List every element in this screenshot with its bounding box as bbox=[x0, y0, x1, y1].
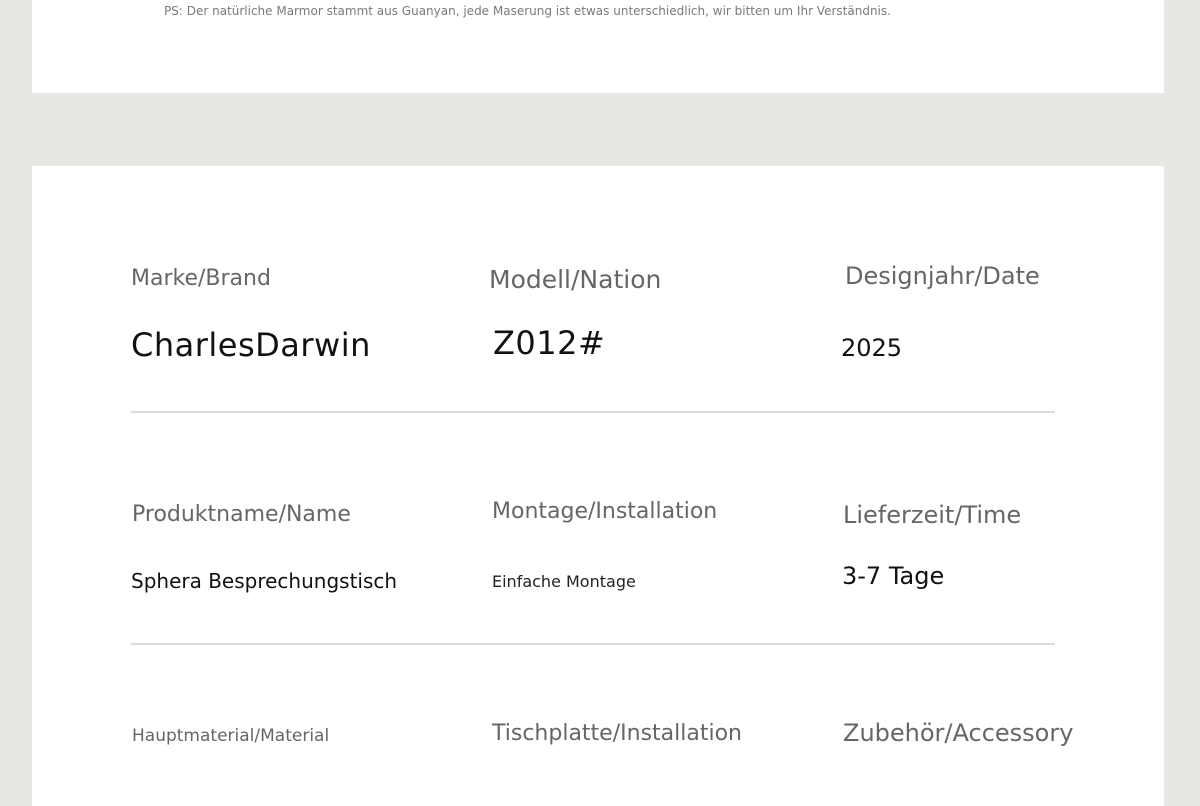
material-label: Hauptmaterial/Material bbox=[132, 726, 330, 746]
row-divider-1 bbox=[131, 411, 1055, 413]
design-year-label: Designjahr/Date bbox=[845, 262, 1040, 290]
accessory-label: Zubehör/Accessory bbox=[843, 719, 1074, 747]
brand-label: Marke/Brand bbox=[131, 266, 271, 291]
delivery-value: 3-7 Tage bbox=[842, 562, 945, 590]
product-name-label: Produktname/Name bbox=[132, 502, 351, 527]
specs-card: Marke/Brand CharlesDarwin Modell/Nation … bbox=[32, 166, 1164, 806]
model-value: Z012# bbox=[493, 324, 606, 362]
row-divider-2 bbox=[131, 643, 1055, 645]
tabletop-label: Tischplatte/Installation bbox=[492, 721, 742, 746]
delivery-label: Lieferzeit/Time bbox=[843, 501, 1022, 529]
marble-note: PS: Der natürliche Marmor stammt aus Gua… bbox=[164, 4, 891, 18]
assembly-label: Montage/Installation bbox=[492, 499, 718, 524]
top-card: PS: Der natürliche Marmor stammt aus Gua… bbox=[32, 0, 1164, 93]
design-year-value: 2025 bbox=[841, 334, 903, 362]
product-name-value: Sphera Besprechungstisch bbox=[131, 569, 398, 593]
model-label: Modell/Nation bbox=[489, 265, 662, 294]
brand-value: CharlesDarwin bbox=[131, 326, 371, 364]
assembly-value: Einfache Montage bbox=[492, 572, 636, 591]
